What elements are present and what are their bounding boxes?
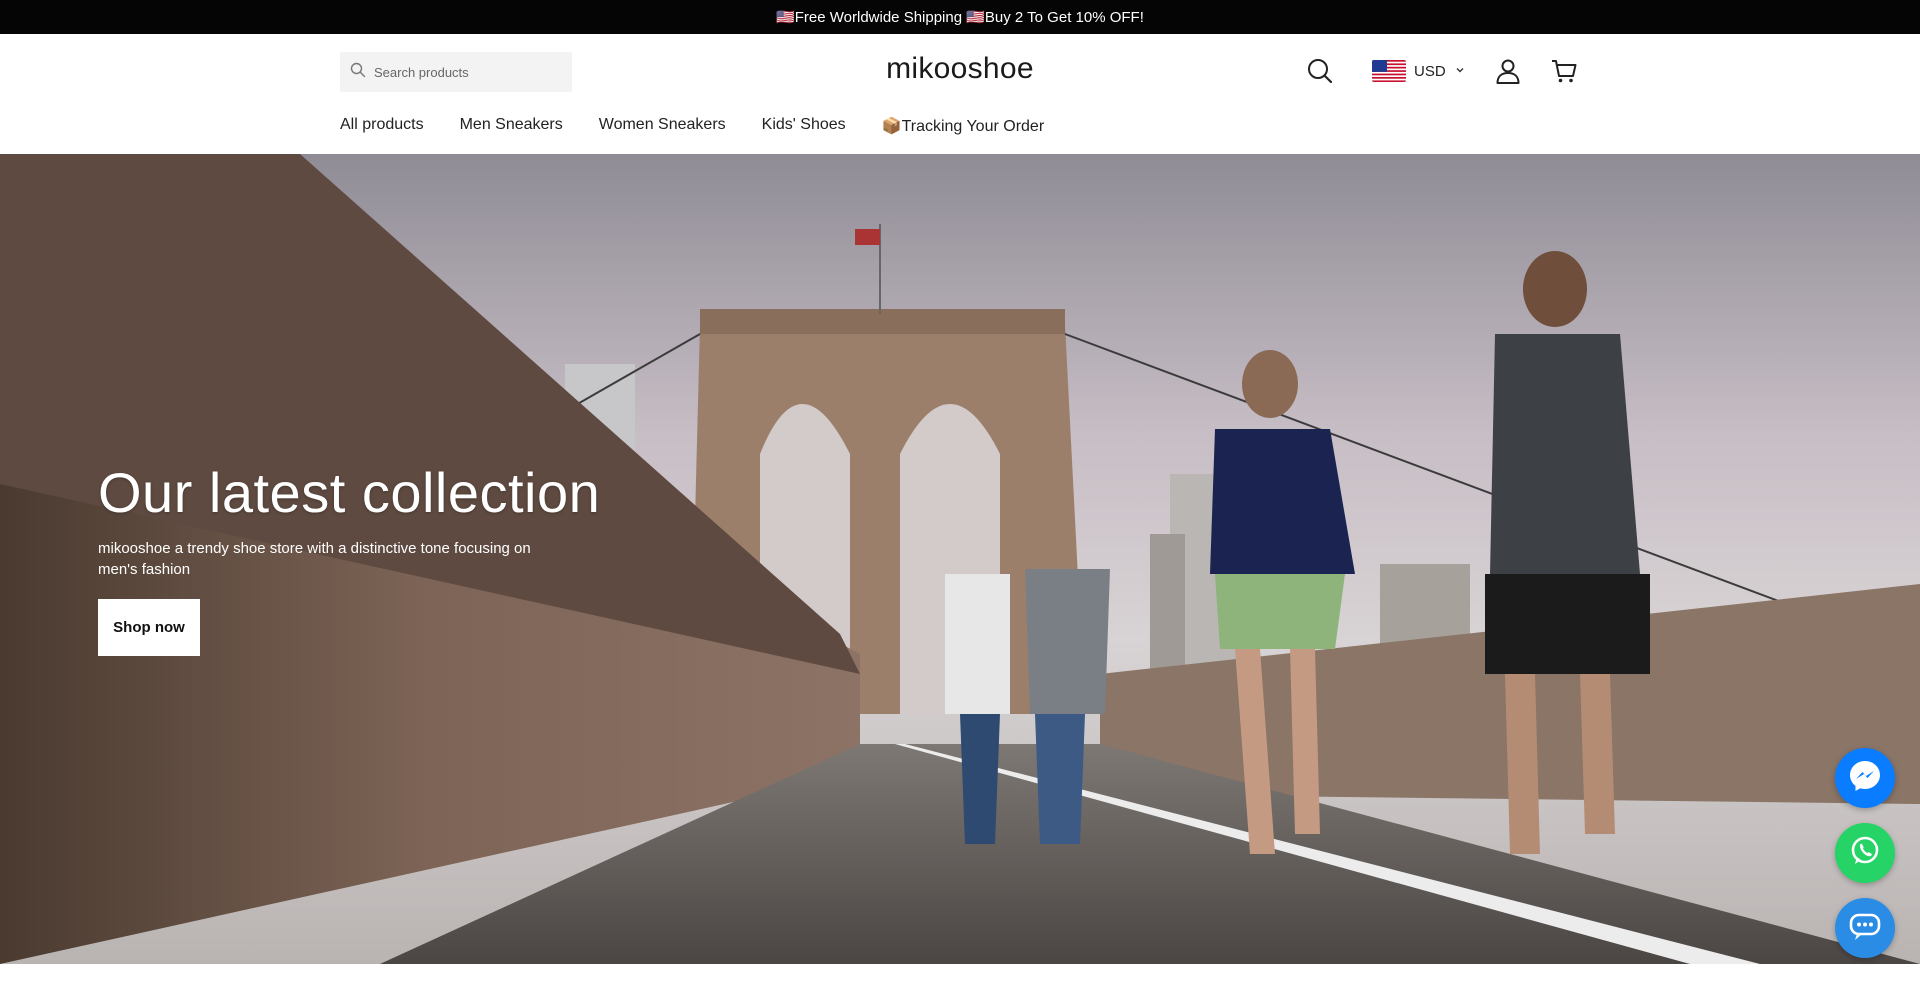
- nav-item-men-sneakers[interactable]: Men Sneakers: [460, 116, 563, 136]
- shop-now-button[interactable]: Shop now: [98, 599, 200, 656]
- nav-item-all-products[interactable]: All products: [340, 116, 424, 136]
- currency-label: USD: [1414, 62, 1446, 80]
- cart-icon[interactable]: [1547, 54, 1581, 88]
- nav-item-women-sneakers[interactable]: Women Sneakers: [599, 116, 726, 136]
- hero-banner: Our latest collection mikooshoe a trendy…: [0, 154, 1920, 964]
- messenger-icon: [1847, 758, 1883, 799]
- us-flag-icon: [1372, 60, 1406, 82]
- live-chat-icon: [1847, 908, 1883, 949]
- search-icon[interactable]: [1303, 54, 1337, 88]
- logo-text[interactable]: mikooshoe: [886, 52, 1034, 85]
- messenger-button[interactable]: [1835, 748, 1895, 808]
- whatsapp-icon: [1847, 833, 1883, 874]
- search-icon: [350, 62, 366, 83]
- hero-subtitle: mikooshoe a trendy shoe store with a dis…: [98, 540, 531, 578]
- hero-title: Our latest collection: [98, 461, 601, 524]
- main-nav: All products Men Sneakers Women Sneakers…: [340, 116, 1044, 136]
- whatsapp-button[interactable]: [1835, 823, 1895, 883]
- search-input[interactable]: [374, 64, 554, 80]
- nav-item-kids-shoes[interactable]: Kids' Shoes: [762, 116, 846, 136]
- nav-item-tracking-order[interactable]: 📦Tracking Your Order: [882, 116, 1045, 136]
- announcement-text: 🇺🇸Free Worldwide Shipping 🇺🇸Buy 2 To Get…: [776, 9, 1144, 26]
- chevron-down-icon: [1454, 63, 1466, 80]
- account-icon[interactable]: [1491, 54, 1525, 88]
- site-header: mikooshoe USD All pr: [0, 34, 1920, 154]
- currency-selector[interactable]: USD: [1372, 58, 1466, 84]
- site-logo: mikooshoe: [0, 52, 1920, 86]
- live-chat-button[interactable]: [1835, 898, 1895, 958]
- search-box[interactable]: [340, 52, 572, 92]
- announcement-bar: 🇺🇸Free Worldwide Shipping 🇺🇸Buy 2 To Get…: [0, 0, 1920, 34]
